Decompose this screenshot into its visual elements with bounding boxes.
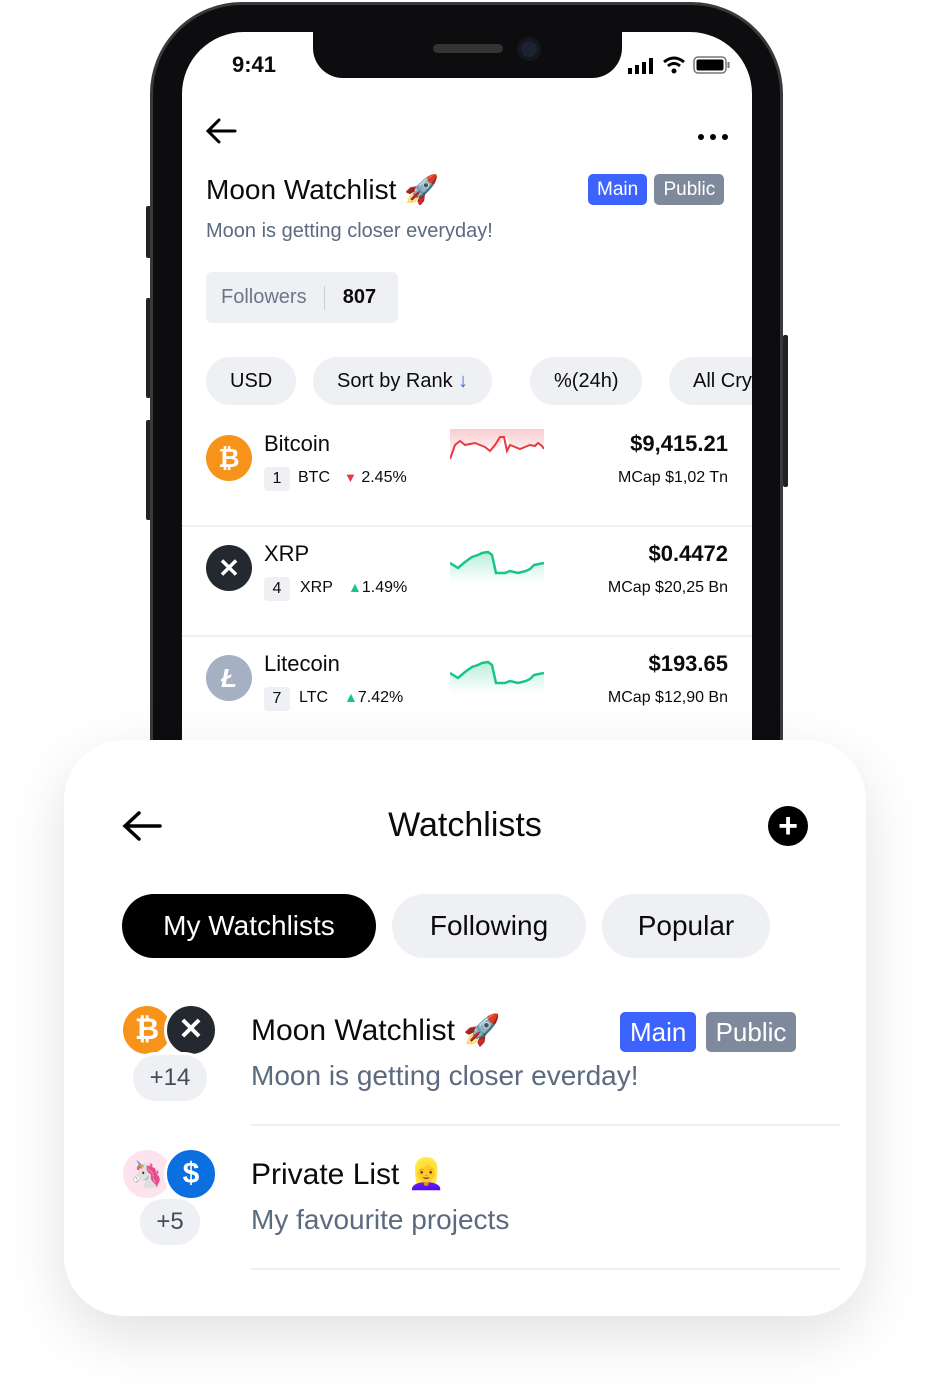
sparkline-chart	[450, 550, 544, 583]
wifi-icon	[662, 56, 686, 79]
coin-rank: 4	[264, 577, 290, 601]
coin-symbol: BTC	[298, 469, 330, 486]
filter-bar: USD Sort by Rank ↓ %(24h) All Cry	[182, 340, 752, 420]
category-filter[interactable]: All Cry	[669, 357, 752, 405]
coin-change: ▲7.42%	[344, 689, 404, 706]
back-arrow-icon[interactable]	[122, 810, 162, 847]
coin-name: Bitcoin	[264, 431, 331, 456]
back-arrow-icon[interactable]	[205, 117, 237, 150]
followers-box[interactable]: Followers 807	[206, 272, 398, 323]
more-coins-count: +14	[130, 1052, 210, 1104]
coin-row-xrp[interactable]: ✕ XRP 4 XRP ▲1.49% $0.4472 MCap $20,25 B…	[182, 527, 752, 637]
signal-icon	[628, 58, 656, 79]
tag-group: Main Public	[588, 174, 725, 205]
tag-public: Public	[705, 1012, 797, 1052]
litecoin-icon: Ł	[206, 655, 252, 701]
yearn-icon: $	[164, 1147, 218, 1201]
sparkline-chart	[450, 660, 544, 693]
tab-my-watchlists[interactable]: My Watchlists	[122, 894, 376, 958]
triangle-up-icon: ▲	[344, 689, 358, 705]
followers-count: 807	[342, 286, 377, 308]
coin-change: ▼ 2.45%	[344, 469, 407, 486]
tag-main: Main	[620, 1012, 697, 1052]
status-time: 9:41	[232, 52, 277, 77]
coin-rank: 1	[264, 467, 290, 491]
tag-main: Main	[588, 174, 648, 205]
coin-mcap: MCap $1,02 Tn	[618, 469, 728, 486]
card-title: Watchlists	[388, 806, 542, 844]
add-watchlist-button[interactable]: +	[768, 806, 808, 846]
watchlist-item-description: My favourite projects	[251, 1204, 510, 1235]
coin-symbol: LTC	[299, 689, 329, 706]
coin-row-bitcoin[interactable]: ₿ Bitcoin 1 BTC ▼ 2.45% $9,415.21 MCap $…	[182, 417, 752, 527]
more-options-icon[interactable]	[697, 128, 729, 146]
watchlist-description: Moon is getting closer everyday!	[206, 220, 493, 242]
tab-following[interactable]: Following	[392, 894, 586, 958]
sort-filter[interactable]: Sort by Rank ↓	[313, 357, 493, 405]
coin-price: $193.65	[648, 651, 728, 676]
more-coins-count: +5	[137, 1196, 203, 1248]
power-button	[783, 335, 788, 487]
tag-group: Main Public	[620, 1012, 797, 1052]
followers-label: Followers	[221, 286, 307, 308]
divider	[251, 1268, 840, 1270]
xrp-icon: ✕	[164, 1003, 218, 1057]
watchlist-title: Moon Watchlist 🚀	[206, 174, 440, 205]
coin-price: $0.4472	[648, 541, 728, 566]
bitcoin-icon: ₿	[206, 435, 252, 481]
watchlist-item-moon[interactable]: ₿ ✕ +14	[110, 990, 840, 1126]
triangle-down-icon: ▼	[344, 470, 357, 485]
coin-change: ▲1.49%	[348, 579, 408, 596]
watchlist-item-description: Moon is getting closer everday!	[251, 1060, 639, 1091]
change-filter[interactable]: %(24h)	[530, 357, 643, 405]
triangle-up-icon: ▲	[348, 579, 362, 595]
divider	[251, 1124, 840, 1126]
coin-row-litecoin[interactable]: Ł Litecoin 7 LTC ▲7.42% $193.65 MCap $12…	[182, 637, 752, 747]
coin-rank: 7	[264, 687, 290, 711]
currency-filter[interactable]: USD	[206, 357, 297, 405]
coin-symbol: XRP	[300, 579, 333, 596]
watchlist-item-title: Moon Watchlist 🚀	[251, 1014, 501, 1047]
battery-icon	[693, 56, 731, 79]
plus-icon: +	[778, 807, 798, 845]
watchlist-item-title: Private List 👱‍♀️	[251, 1158, 446, 1191]
tab-popular[interactable]: Popular	[602, 894, 770, 958]
coin-price: $9,415.21	[630, 431, 728, 456]
coin-mcap: MCap $20,25 Bn	[607, 579, 728, 596]
coin-name: XRP	[264, 541, 310, 566]
coin-name: Litecoin	[264, 651, 340, 676]
xrp-icon: ✕	[206, 545, 252, 591]
coin-mcap: MCap $12,90 Bn	[607, 689, 728, 706]
sparkline-chart	[450, 429, 544, 460]
arrow-down-icon: ↓	[458, 370, 469, 392]
tag-public: Public	[654, 174, 725, 205]
watchlist-item-private[interactable]: 🦄 $ +5	[110, 1134, 840, 1270]
notch	[313, 28, 622, 78]
